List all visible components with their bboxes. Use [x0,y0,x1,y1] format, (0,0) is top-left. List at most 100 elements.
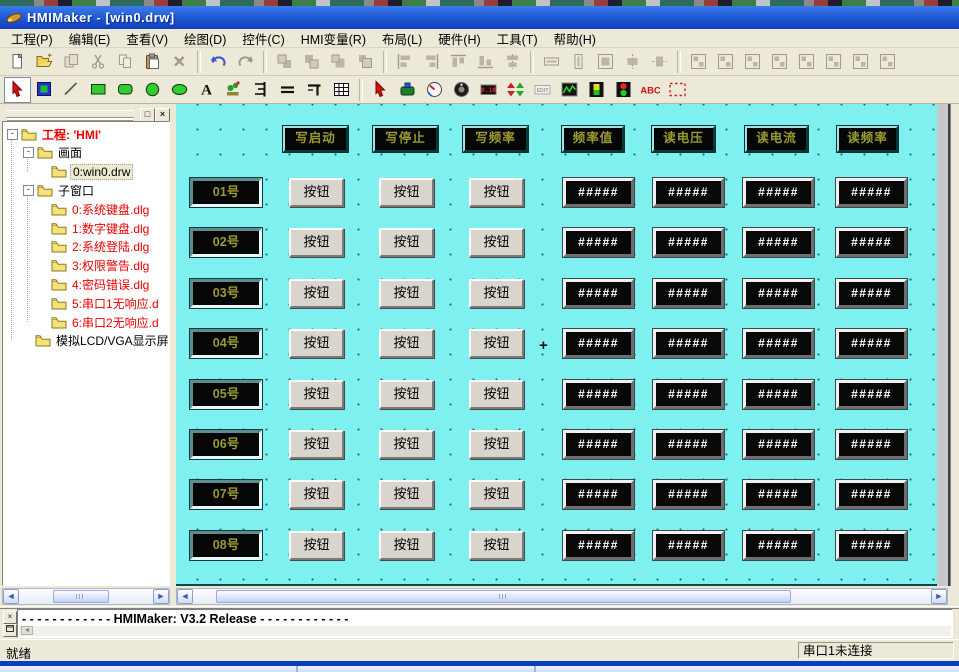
canvas-value-display-r1-c3[interactable]: ##### [743,178,814,207]
output-close-button[interactable]: × [3,611,17,624]
align-bottom-button[interactable] [472,49,499,75]
tree-panel-header[interactable]: □ × [2,106,170,120]
canvas-value-display-r4-c1[interactable]: ##### [563,329,634,358]
line-tool-button[interactable] [58,77,85,103]
polyline-tool-button[interactable] [301,77,328,103]
tree-item-dlg6[interactable]: 6:串口2无响应.d [39,313,161,331]
canvas-button-r1-c3[interactable]: 按钮 [469,178,524,207]
panel-gripper[interactable] [6,110,134,118]
send-to-back-button[interactable] [298,49,325,75]
bring-forward-button[interactable] [325,49,352,75]
undo-button[interactable] [205,49,232,75]
delete-button[interactable] [166,49,193,75]
canvas-button-r4-c2[interactable]: 按钮 [379,329,434,358]
align-center-button[interactable] [499,49,526,75]
menu-item-edit[interactable]: 编辑(E) [61,27,119,50]
rounded-rectangle-tool-button[interactable] [112,77,139,103]
menu-item-hmi-variables[interactable]: HMI变量(R) [293,27,374,50]
canvas-value-display-r4-c4[interactable]: ##### [836,329,907,358]
menu-item-help[interactable]: 帮助(H) [546,27,604,50]
control-select-tool-button[interactable] [367,77,394,103]
edit-box-tool-button[interactable]: EDIT [529,77,556,103]
menu-item-controls[interactable]: 控件(C) [234,27,292,50]
tree-item-dlg0[interactable]: 0:系统键盘.dlg [39,200,151,218]
row-label-display-5[interactable]: 05号 [190,380,262,409]
output-log[interactable]: - - - - - - - - - - - - HMIMaker: V3.2 R… [17,609,953,638]
tree-item-dlg3[interactable]: 3:权限警告.dlg [39,257,151,275]
canvas-value-display-r8-c4[interactable]: ##### [836,531,907,560]
scroll-right-button[interactable]: ► [931,589,947,604]
tree-item-project-root[interactable]: -工程: 'HMI' [7,125,103,143]
canvas-button-r8-c3[interactable]: 按钮 [469,531,524,560]
canvas-value-display-r6-c4[interactable]: ##### [836,430,907,459]
tree-item-dlg4[interactable]: 4:密码错误.dlg [39,275,151,293]
menu-item-tools[interactable]: 工具(T) [489,27,546,50]
panel-close-button[interactable]: × [155,108,170,122]
canvas-button-r6-c2[interactable]: 按钮 [379,430,434,459]
row-label-display-4[interactable]: 04号 [190,329,262,358]
open-file-button[interactable] [31,49,58,75]
select-tool-button[interactable] [4,77,31,103]
tree-item-lcd-sim[interactable]: 模拟LCD/VGA显示屏 [23,332,170,350]
canvas-value-display-r3-c3[interactable]: ##### [743,279,814,308]
canvas-value-display-r1-c1[interactable]: ##### [563,178,634,207]
send-backward-button[interactable] [352,49,379,75]
align-right-button[interactable] [418,49,445,75]
panel-minimize-button[interactable]: □ [140,108,155,122]
box-align-4-button[interactable] [766,49,793,75]
row-label-display-2[interactable]: 02号 [190,228,262,257]
pages-button[interactable] [58,49,85,75]
scroll-left-button[interactable]: ◄ [177,589,193,604]
canvas-button-r4-c3[interactable]: 按钮 [469,329,524,358]
same-width-button[interactable] [538,49,565,75]
canvas-button-r7-c3[interactable]: 按钮 [469,480,524,509]
circle-tool-button[interactable] [139,77,166,103]
canvas-value-display-r1-c2[interactable]: ##### [653,178,724,207]
canvas-button-r6-c3[interactable]: 按钮 [469,430,524,459]
canvas-horizontal-scrollbar[interactable]: ◄ ► [176,588,948,605]
collapse-expander-icon[interactable]: - [23,147,34,158]
canvas-value-display-r7-c4[interactable]: ##### [836,480,907,509]
canvas-button-r6-c1[interactable]: 按钮 [289,430,344,459]
menu-item-layout[interactable]: 布局(L) [374,27,430,50]
canvas-value-display-r5-c2[interactable]: ##### [653,380,724,409]
align-left-button[interactable] [391,49,418,75]
column-header-display-1[interactable]: 写启动 [283,126,348,152]
fill-tool-button[interactable] [31,77,58,103]
canvas-button-r1-c1[interactable]: 按钮 [289,178,344,207]
canvas-value-display-r5-c3[interactable]: ##### [743,380,814,409]
menu-item-project[interactable]: 工程(P) [3,27,61,50]
column-header-display-2[interactable]: 写停止 [373,126,438,152]
tree-horizontal-scrollbar[interactable]: ◄ ► [2,588,170,605]
tree-item-win0[interactable]: 0:win0.drw [39,163,133,181]
rectangle-tool-button[interactable] [85,77,112,103]
box-align-3-button[interactable] [739,49,766,75]
box-align-6-button[interactable] [820,49,847,75]
canvas-value-display-r2-c3[interactable]: ##### [743,228,814,257]
canvas-value-display-r2-c4[interactable]: ##### [836,228,907,257]
trend-chart-tool-button[interactable] [556,77,583,103]
canvas-button-r4-c1[interactable]: 按钮 [289,329,344,358]
center-horizontal-button[interactable] [619,49,646,75]
double-line-tool-button[interactable] [274,77,301,103]
canvas-value-display-r7-c3[interactable]: ##### [743,480,814,509]
menu-item-hardware[interactable]: 硬件(H) [430,27,488,50]
menu-item-view[interactable]: 查看(V) [118,27,176,50]
canvas-value-display-r2-c2[interactable]: ##### [653,228,724,257]
canvas-button-r8-c2[interactable]: 按钮 [379,531,434,560]
knob-control-tool-button[interactable] [448,77,475,103]
menu-item-draw[interactable]: 绘图(D) [176,27,234,50]
align-top-button[interactable] [445,49,472,75]
ellipse-tool-button[interactable] [166,77,193,103]
canvas-value-display-r4-c2[interactable]: ##### [653,329,724,358]
canvas-value-display-r3-c4[interactable]: ##### [836,279,907,308]
same-height-button[interactable] [565,49,592,75]
redo-button[interactable] [232,49,259,75]
box-align-8-button[interactable] [874,49,901,75]
canvas-value-display-r7-c2[interactable]: ##### [653,480,724,509]
same-size-button[interactable] [592,49,619,75]
canvas-value-display-r3-c2[interactable]: ##### [653,279,724,308]
meter-control-tool-button[interactable] [421,77,448,103]
canvas-button-r3-c1[interactable]: 按钮 [289,279,344,308]
row-label-display-6[interactable]: 06号 [190,430,262,459]
